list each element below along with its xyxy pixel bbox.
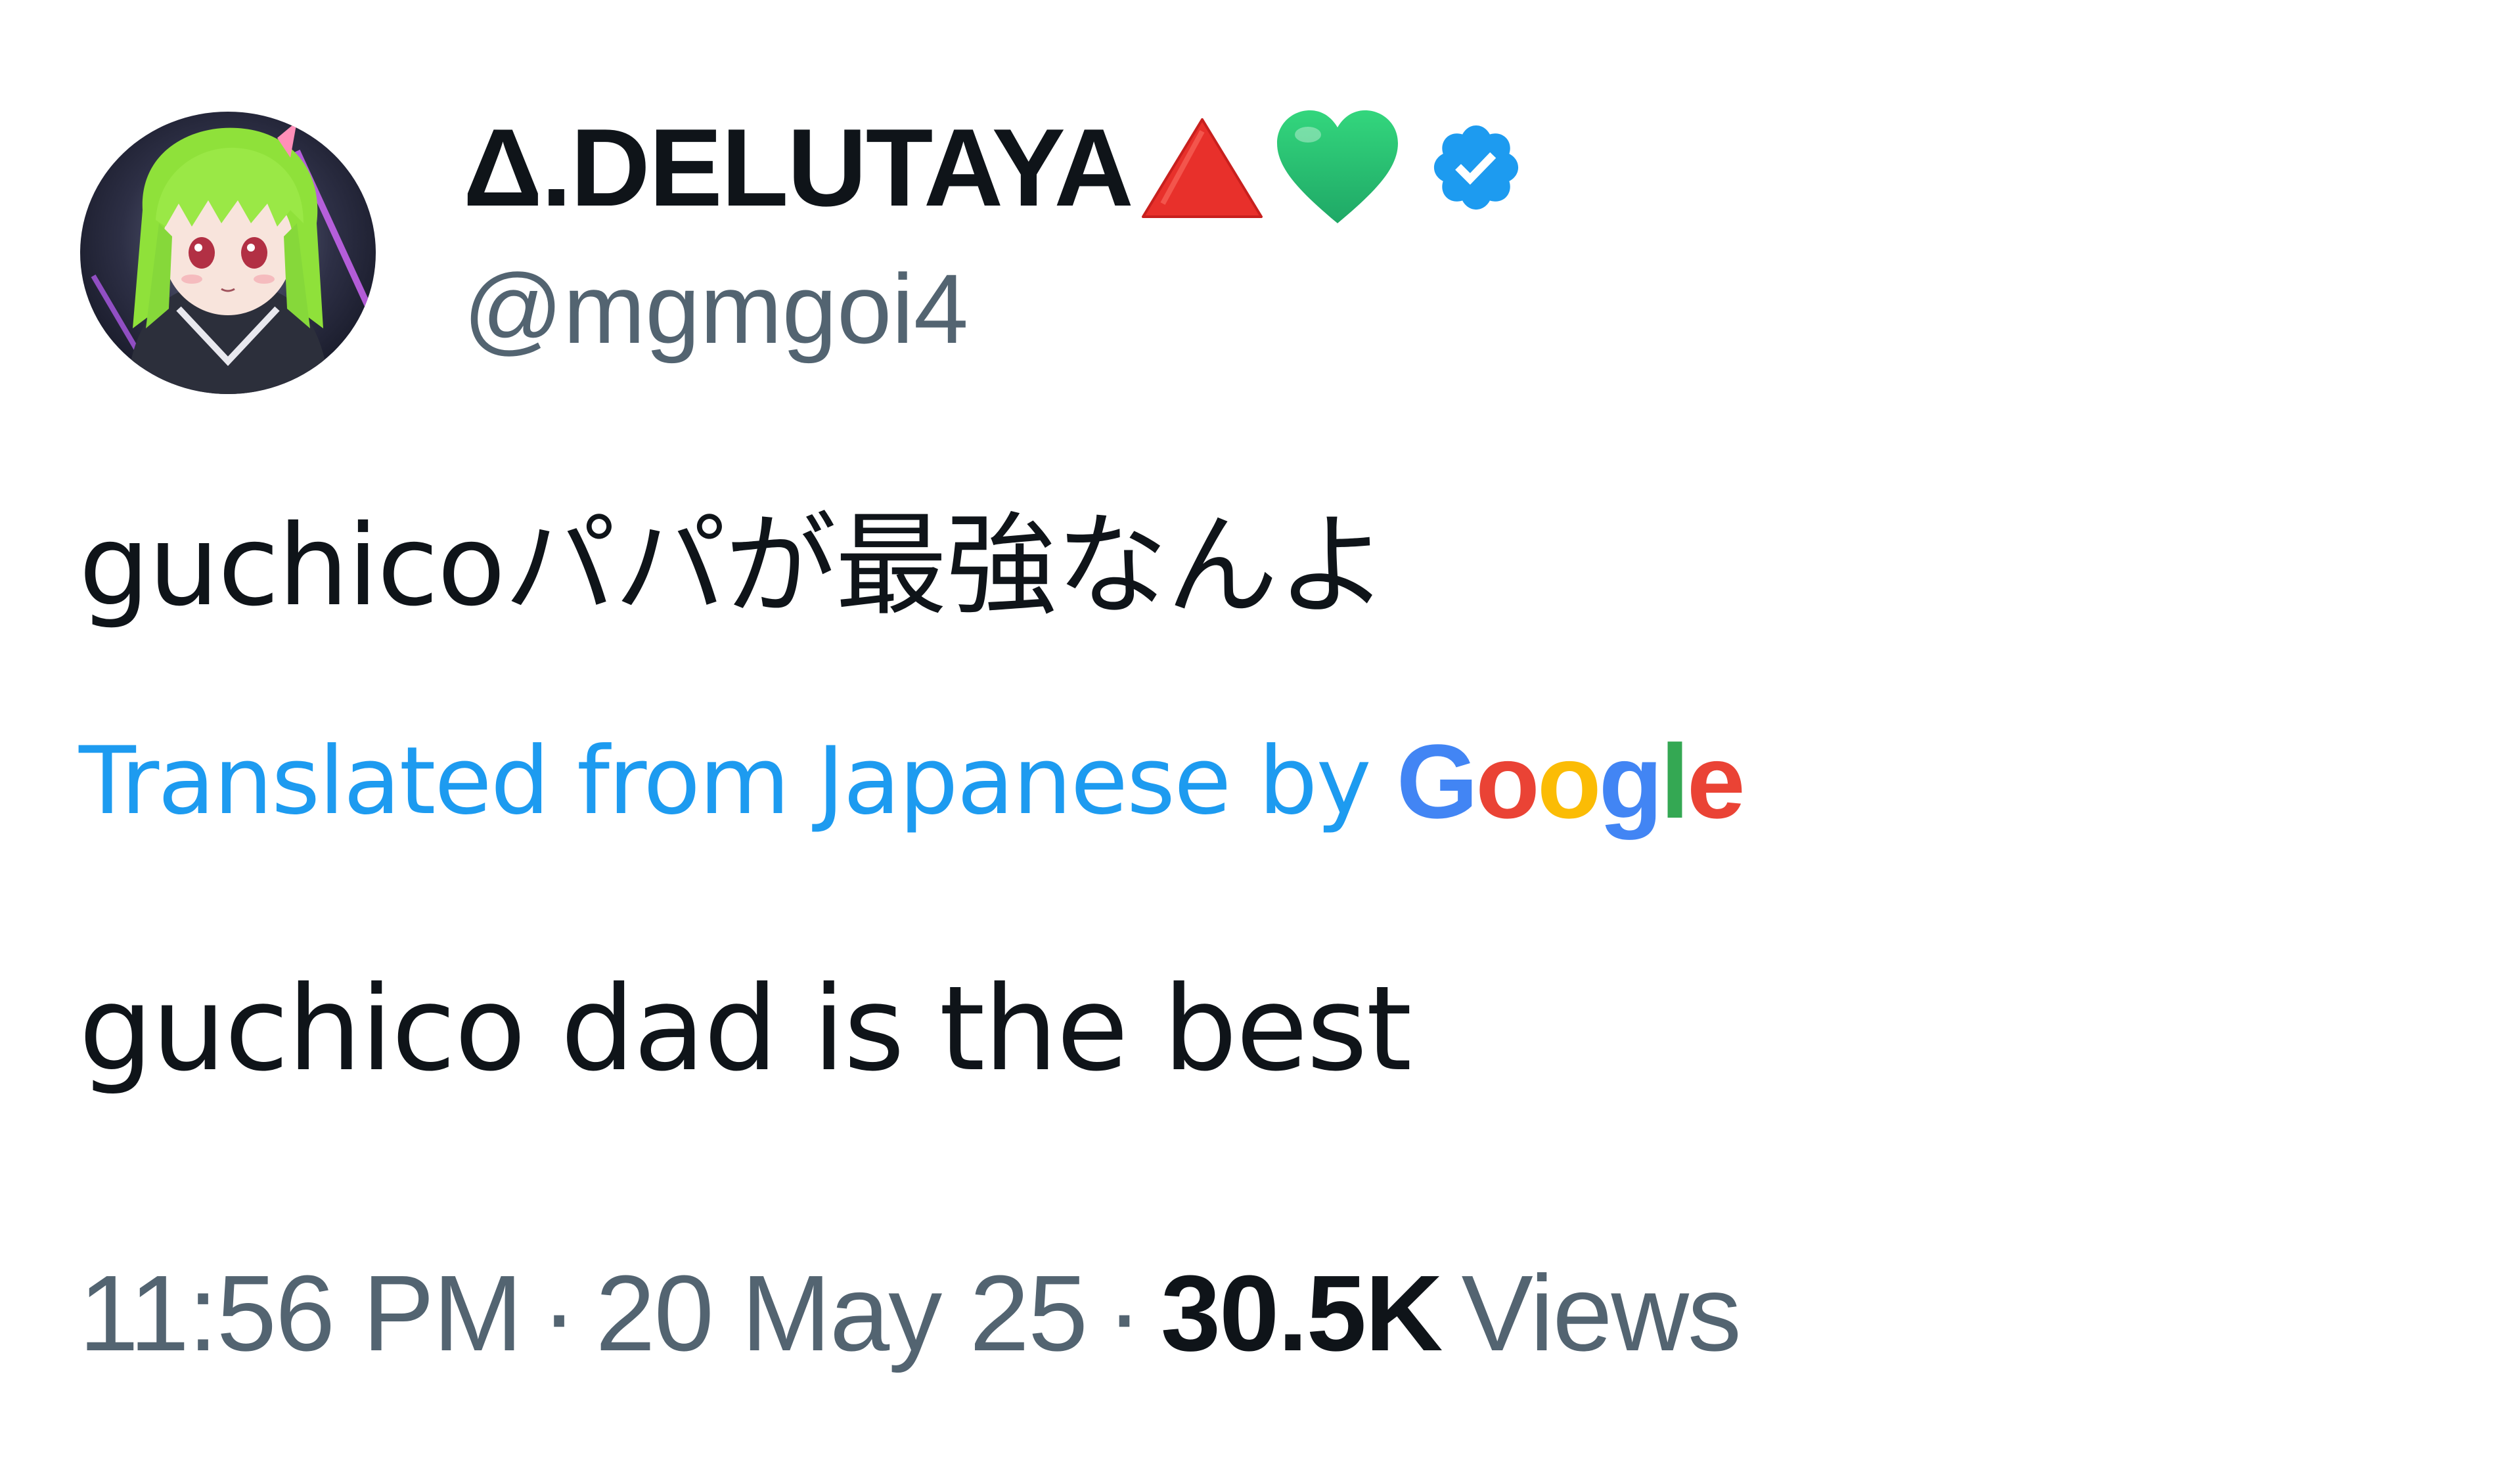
avatar-image bbox=[80, 112, 376, 394]
google-logo-letter: g bbox=[1598, 722, 1663, 840]
tweet-card: Δ.DELUTAYA @mgmgoi4 guchicoパパが最強なんよ Tran… bbox=[0, 0, 2520, 1458]
translation-attribution[interactable]: Translated from Japanese by Google bbox=[79, 729, 1745, 834]
verified-badge-icon[interactable] bbox=[1427, 118, 1525, 217]
google-logo-letter: G bbox=[1396, 722, 1478, 840]
views-count[interactable]: 30.5K bbox=[1161, 1253, 1443, 1373]
google-logo-letter: l bbox=[1660, 722, 1689, 840]
google-logo-letter: o bbox=[1537, 722, 1602, 840]
green-heart-icon bbox=[1272, 105, 1403, 230]
separator-dot: · bbox=[541, 1253, 577, 1373]
translated-text: guchico dad is the best bbox=[79, 961, 1412, 1097]
google-logo-letter: o bbox=[1475, 722, 1540, 840]
tweet-meta: 11:56 PM · 20 May 25 · 30.5K Views bbox=[79, 1253, 1742, 1373]
tweet-time[interactable]: 11:56 PM bbox=[79, 1253, 523, 1373]
google-logo-letter: e bbox=[1686, 722, 1745, 840]
tweet-date[interactable]: 20 May 25 bbox=[595, 1253, 1088, 1373]
views-label[interactable]: Views bbox=[1461, 1253, 1742, 1373]
user-handle[interactable]: @mgmgoi4 bbox=[463, 259, 968, 358]
avatar[interactable] bbox=[80, 112, 376, 394]
google-logo: Google bbox=[1397, 729, 1745, 834]
display-name-row[interactable]: Δ.DELUTAYA bbox=[463, 105, 1525, 230]
tweet-text: guchicoパパが最強なんよ bbox=[79, 501, 1389, 631]
translate-label[interactable]: Translated from Japanese by bbox=[79, 735, 1372, 828]
red-triangle-icon bbox=[1136, 112, 1268, 223]
display-name[interactable]: Δ.DELUTAYA bbox=[463, 112, 1134, 223]
separator-dot: · bbox=[1106, 1253, 1142, 1373]
